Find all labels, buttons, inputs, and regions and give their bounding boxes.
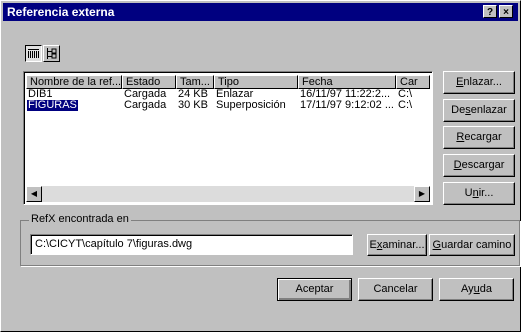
aceptar-button[interactable]: Aceptar [277,278,352,301]
guardar-camino-button[interactable]: Guardar camino [429,234,515,256]
row-date: 17/11/97 9:12:02 ... [300,100,394,111]
path-input[interactable]: C:\CICYT\capítulo 7\figuras.dwg [30,234,353,255]
ayuda-button[interactable]: Ayuda [439,278,514,301]
row-name: DIB1 [28,89,53,100]
window-title: Referencia externa [7,5,115,19]
help-button[interactable]: ? [483,5,497,18]
column-header-date[interactable]: Fecha [298,75,396,89]
scroll-right-button[interactable]: ▶ [414,186,430,202]
recargar-button[interactable]: Recargar [443,126,515,149]
row-status: Cargada [124,100,167,111]
column-header-name[interactable]: Nombre de la ref... [26,75,122,89]
row-type: Superposición [216,100,286,111]
tree-view-icon [47,48,57,59]
examinar-button[interactable]: Examinar... [367,234,427,256]
row-size: 30 KB [178,100,208,111]
list-view-icon [28,49,39,58]
column-header-status[interactable]: Estado [122,75,176,89]
row-status: Cargada [124,89,167,100]
row-size: 24 KB [178,89,208,100]
descargar-button[interactable]: Descargar [443,154,515,177]
horizontal-scrollbar[interactable]: ◀ ▶ [26,186,430,202]
desenlazar-button[interactable]: Desenlazar [443,99,515,122]
row-name-selected: FIGURAS [27,100,78,111]
row-path: C:\ [398,89,413,100]
enlazar-button[interactable]: Enlazar... [443,71,515,94]
column-header-type[interactable]: Tipo [214,75,298,89]
column-header-path[interactable]: Car [396,75,430,89]
list-view-button[interactable] [25,45,42,62]
row-path: C:\ [398,100,413,111]
tree-view-button[interactable] [43,45,60,62]
scroll-left-button[interactable]: ◀ [26,186,42,202]
row-type: Enlazar [216,89,254,100]
title-bar[interactable]: Referencia externa ? × [3,3,518,21]
xref-dialog: Referencia externa ? × Nombre de la ref.… [0,0,521,332]
found-in-label: RefX encontrada en [29,213,131,225]
unir-button[interactable]: Unir... [443,182,515,205]
column-header-size[interactable]: Tam... [176,75,214,89]
cancelar-button[interactable]: Cancelar [358,278,433,301]
xref-list[interactable]: Nombre de la ref... Estado Tam... Tipo F… [23,71,433,205]
row-date: 16/11/97 11:22:2... [300,89,391,100]
close-button[interactable]: × [499,5,513,18]
